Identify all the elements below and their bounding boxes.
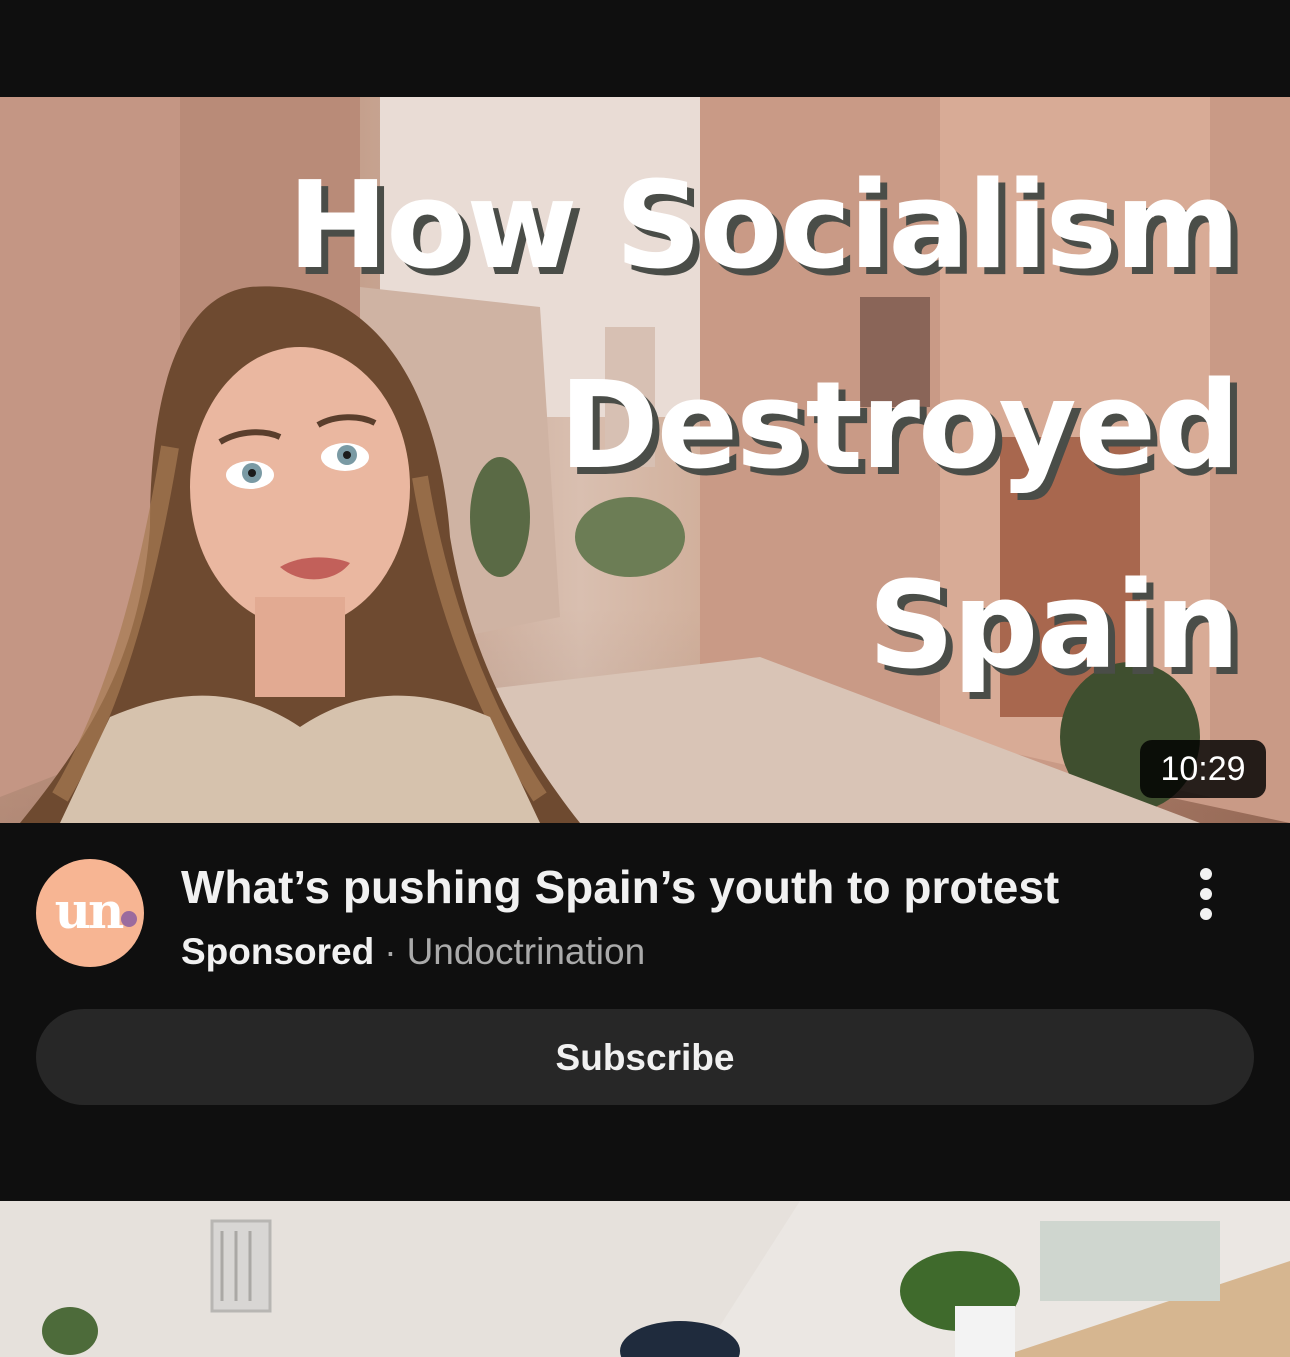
video-meta: Sponsored · Undoctrination (181, 929, 645, 975)
more-options-button[interactable] (1186, 867, 1226, 927)
vertical-ellipsis-icon (1200, 868, 1212, 920)
video-title[interactable]: What’s pushing Spain’s youth to protest (181, 859, 1141, 915)
subscribe-button[interactable]: Subscribe (36, 1009, 1254, 1105)
next-thumbnail-scene-image (0, 1201, 1290, 1357)
thumbnail-headline: How Socialism Destroyed Spain (138, 127, 1240, 727)
duration-badge: 10:29 (1140, 740, 1266, 798)
meta-separator: · (384, 931, 397, 972)
video-thumbnail[interactable]: How Socialism Destroyed Spain 10:29 (0, 97, 1290, 823)
channel-name[interactable]: Undoctrination (407, 931, 646, 972)
thumbnail-headline-line: Spain (868, 557, 1240, 696)
sponsored-label: Sponsored (181, 931, 375, 972)
logo-dot-icon (121, 911, 137, 927)
next-video-thumbnail[interactable] (0, 1201, 1290, 1357)
top-bar (0, 0, 1290, 97)
thumbnail-headline-line: Destroyed (559, 357, 1240, 496)
video-info-row[interactable]: un What’s pushing Spain’s youth to prote… (0, 823, 1290, 1003)
thumbnail-headline-line: How Socialism (287, 157, 1240, 296)
